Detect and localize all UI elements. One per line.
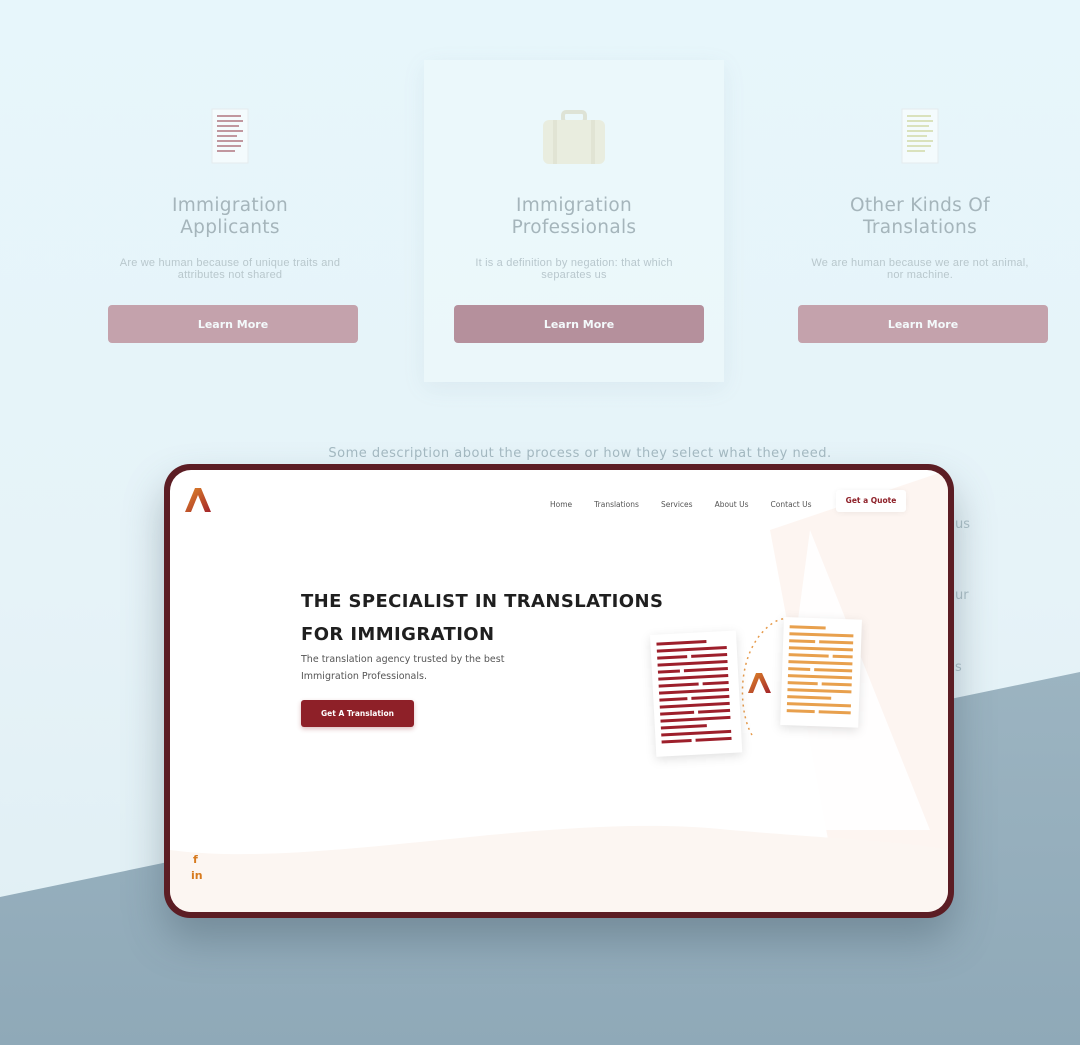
nav-services[interactable]: Services xyxy=(661,500,693,509)
ghost-text: us xyxy=(955,517,971,532)
document-icon xyxy=(208,105,252,172)
card-text: It is a definition by negation: that whi… xyxy=(475,257,673,281)
learn-more-button[interactable]: Learn More xyxy=(454,305,704,343)
learn-more-button[interactable]: Learn More xyxy=(108,305,358,343)
website-screen: Home Translations Services About Us Cont… xyxy=(170,470,948,912)
card-title: Immigration Applicants xyxy=(171,195,289,238)
learn-more-button[interactable]: Learn More xyxy=(798,305,1048,343)
nav-translations[interactable]: Translations xyxy=(594,500,639,509)
main-nav: Home Translations Services About Us Cont… xyxy=(550,500,834,509)
ghost-text: ur xyxy=(955,588,969,603)
linkedin-icon[interactable]: in xyxy=(191,869,203,882)
card-text: Are we human because of unique traits an… xyxy=(119,257,341,281)
nav-home[interactable]: Home xyxy=(550,500,572,509)
hero-subtitle: The translation agency trusted by the be… xyxy=(301,654,505,682)
nav-contact-us[interactable]: Contact Us xyxy=(771,500,812,509)
card-text: We are human because we are not animal, n… xyxy=(811,257,1029,281)
briefcase-icon xyxy=(541,110,607,171)
process-description: Some description about the process or ho… xyxy=(328,446,832,461)
get-translation-button[interactable]: Get A Translation xyxy=(301,700,414,727)
device-frame: Home Translations Services About Us Cont… xyxy=(164,464,954,918)
card-title: Immigration Professionals xyxy=(511,195,637,238)
card-title: Other Kinds Of Translations xyxy=(850,195,990,238)
nav-about-us[interactable]: About Us xyxy=(715,500,749,509)
translation-illustration xyxy=(640,605,870,790)
logo-icon[interactable] xyxy=(184,486,212,519)
service-card-applicants: Immigration Applicants Are we human becau… xyxy=(80,60,380,380)
service-card-other: Other Kinds Of Translations We are human … xyxy=(770,60,1070,380)
ghost-text: s xyxy=(955,660,962,675)
document-icon xyxy=(898,105,942,172)
facebook-icon[interactable]: f xyxy=(193,853,198,866)
get-quote-button[interactable]: Get a Quote xyxy=(836,490,906,512)
service-card-professionals: Immigration Professionals It is a definit… xyxy=(424,60,724,382)
